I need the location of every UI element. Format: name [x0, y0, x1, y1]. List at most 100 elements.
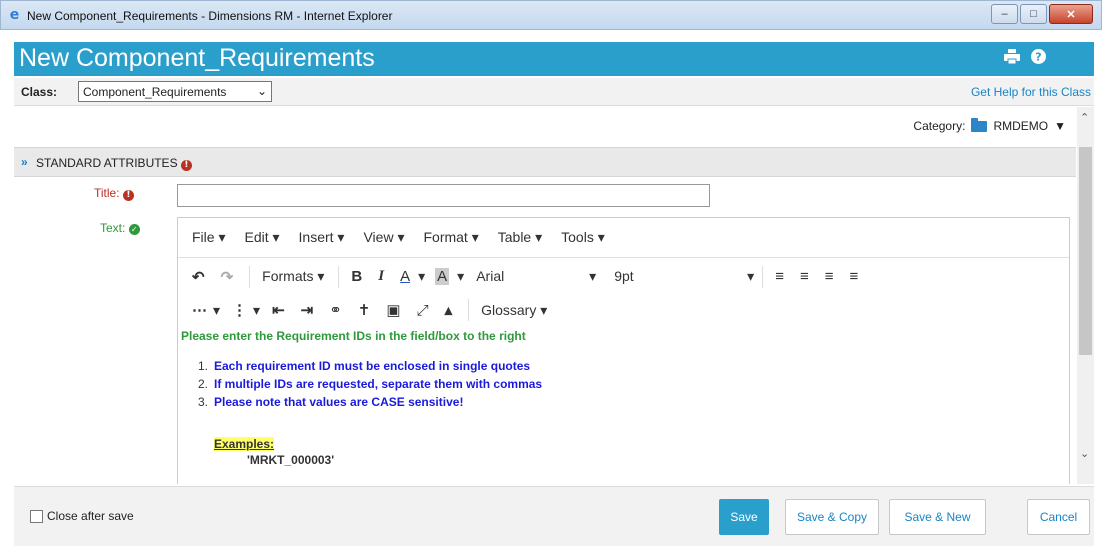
save-button[interactable]: Save: [719, 499, 769, 535]
class-row: Class: Component_Requirements ⌄ Get Help…: [14, 78, 1094, 106]
caret-down-icon[interactable]: ▾: [253, 302, 260, 319]
align-left-icon[interactable]: ≡: [775, 268, 784, 285]
caret-down-icon: ▼: [1054, 119, 1066, 133]
toolbar-divider: [338, 265, 340, 288]
standard-attributes-section[interactable]: » STANDARD ATTRIBUTES !: [14, 147, 1076, 177]
font-size-dropdown[interactable]: 9pt ▾: [614, 268, 754, 285]
page-title: New Component_Requirements: [19, 44, 375, 72]
print-icon[interactable]: [1004, 49, 1020, 68]
category-value: RMDEMO: [993, 119, 1049, 133]
close-after-save-label: Close after save: [47, 509, 134, 523]
scrollbar-thumb[interactable]: [1079, 147, 1092, 355]
dialog-footer: Close after save Save Save & Copy Save &…: [14, 486, 1094, 546]
align-justify-icon[interactable]: ≡: [850, 268, 859, 285]
text-label-wrap: Text: ✓: [100, 221, 140, 235]
window-titlebar: e New Component_Requirements - Dimension…: [0, 0, 1102, 30]
scroll-down-icon[interactable]: ⌄: [1080, 447, 1089, 460]
italic-icon[interactable]: I: [378, 268, 384, 285]
list-item: 3. Please note that values are CASE sensi…: [197, 395, 464, 409]
form-scroll-area: Category: RMDEMO ▼ » STANDARD ATTRIBUTES…: [14, 107, 1094, 484]
chevron-down-icon: ⌄: [256, 84, 267, 98]
required-icon: !: [122, 190, 134, 201]
bullet-list-icon[interactable]: ⋯: [192, 301, 207, 319]
caret-down-icon[interactable]: ▾: [457, 268, 464, 285]
text-color-icon[interactable]: A: [400, 268, 410, 285]
window-title: New Component_Requirements - Dimensions …: [27, 9, 393, 23]
maximize-button[interactable]: □: [1020, 4, 1047, 24]
formats-dropdown[interactable]: Formats ▾: [262, 268, 324, 285]
example-value: 'MRKT_000003': [247, 453, 335, 467]
scroll-up-icon[interactable]: ⌃: [1080, 111, 1089, 124]
glossary-dropdown[interactable]: Glossary ▾: [481, 302, 547, 319]
minimize-button[interactable]: –: [991, 4, 1018, 24]
list-item: 1. Each requirement ID must be enclosed i…: [197, 359, 531, 373]
editor-content[interactable]: Please enter the Requirement IDs in the …: [178, 325, 1069, 471]
examples-heading: Examples:: [214, 437, 275, 451]
save-and-new-button[interactable]: Save & New: [889, 499, 986, 535]
intro-text: Please enter the Requirement IDs in the …: [181, 329, 526, 343]
close-after-save-checkbox[interactable]: [30, 509, 43, 523]
close-after-save-option[interactable]: Close after save: [30, 509, 134, 523]
double-chevron-down-icon: »: [21, 155, 28, 169]
class-select[interactable]: Component_Requirements ⌄: [78, 81, 272, 102]
category-selector[interactable]: Category: RMDEMO ▼: [913, 117, 1066, 133]
caret-down-icon[interactable]: ▾: [418, 268, 425, 285]
outdent-icon[interactable]: ⇤: [272, 301, 285, 319]
editor-toolbar-row2: ⋯ ▾ ⋮ ▾ ⇤ ⇥ ⚭ ✝ ▣ ⤢ ▴ Glossary ▾: [178, 295, 1069, 325]
image-icon[interactable]: ▣: [386, 301, 400, 319]
caret-down-icon[interactable]: ▾: [213, 302, 220, 319]
save-and-copy-button[interactable]: Save & Copy: [785, 499, 879, 535]
rich-text-editor: File ▾ Edit ▾ Insert ▾ View ▾ Format ▾ T…: [177, 217, 1070, 484]
section-title-wrap: STANDARD ATTRIBUTES !: [36, 156, 192, 171]
redo-icon[interactable]: ↷: [221, 268, 234, 286]
font-family-dropdown[interactable]: Arial ▾: [476, 268, 596, 285]
title-label-wrap: Title: !: [94, 186, 134, 201]
title-input[interactable]: [177, 184, 710, 207]
toolbar-divider: [468, 299, 470, 321]
required-icon: !: [180, 160, 192, 171]
align-right-icon[interactable]: ≡: [825, 268, 834, 285]
help-icon[interactable]: ?: [1031, 49, 1046, 68]
background-color-icon[interactable]: A: [435, 268, 450, 285]
menu-format[interactable]: Format ▾: [423, 229, 478, 246]
cancel-button[interactable]: Cancel: [1027, 499, 1090, 535]
folder-icon: [971, 117, 988, 132]
menu-view[interactable]: View ▾: [363, 229, 404, 246]
text-label: Text:: [100, 221, 126, 235]
minimize-icon: –: [1001, 8, 1008, 20]
class-select-value: Component_Requirements: [83, 85, 227, 99]
section-title: STANDARD ATTRIBUTES: [36, 156, 178, 170]
list-item: 2. If multiple IDs are requested, separat…: [197, 377, 543, 391]
class-label: Class:: [21, 85, 58, 99]
editor-menubar: File ▾ Edit ▾ Insert ▾ View ▾ Format ▾ T…: [178, 218, 1069, 258]
close-icon: ✕: [1066, 8, 1076, 21]
window-controls: – □ ✕: [991, 4, 1093, 24]
get-help-link[interactable]: Get Help for this Class: [971, 85, 1091, 99]
align-center-icon[interactable]: ≡: [800, 268, 809, 285]
menu-insert[interactable]: Insert ▾: [299, 229, 345, 246]
svg-text:?: ?: [1035, 51, 1041, 64]
valid-check-icon: ✓: [128, 224, 140, 235]
close-window-button[interactable]: ✕: [1049, 4, 1093, 24]
menu-edit[interactable]: Edit ▾: [244, 229, 279, 246]
category-label: Category:: [913, 119, 966, 133]
unlink-icon[interactable]: ✝: [358, 301, 371, 319]
sitemap-icon[interactable]: ▴: [445, 301, 453, 319]
toolbar-divider: [249, 265, 251, 288]
category-row: Category: RMDEMO ▼: [14, 107, 1076, 147]
link-icon[interactable]: ⚭: [329, 301, 342, 319]
numbered-list-icon[interactable]: ⋮: [232, 301, 247, 319]
menu-table[interactable]: Table ▾: [498, 229, 542, 246]
menu-file[interactable]: File ▾: [192, 229, 225, 246]
title-label: Title:: [94, 186, 120, 200]
indent-icon[interactable]: ⇥: [301, 301, 314, 319]
internet-explorer-icon: e: [9, 7, 20, 23]
toolbar-divider: [762, 265, 764, 288]
undo-icon[interactable]: ↶: [192, 268, 205, 286]
menu-tools[interactable]: Tools ▾: [561, 229, 605, 246]
vertical-scrollbar[interactable]: ⌃ ⌄: [1077, 107, 1094, 484]
bold-icon[interactable]: B: [351, 268, 362, 285]
fullscreen-icon[interactable]: ⤢: [417, 302, 429, 319]
maximize-icon: □: [1030, 8, 1037, 20]
dialog-header: New Component_Requirements ?: [14, 42, 1094, 76]
